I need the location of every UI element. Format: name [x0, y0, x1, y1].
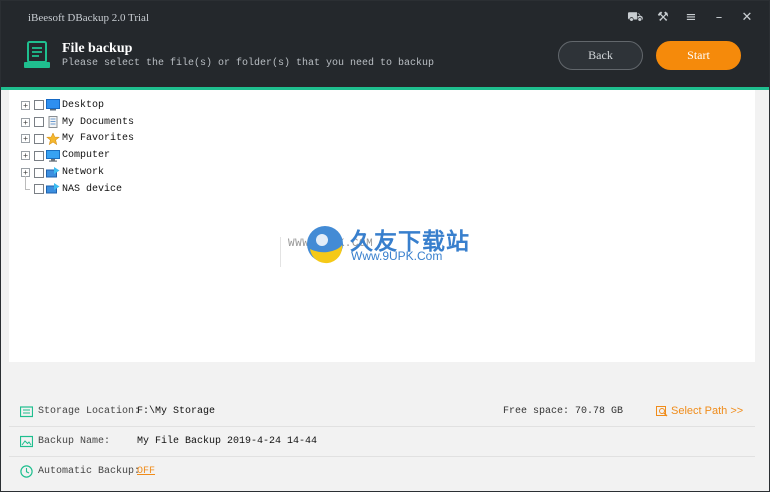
tree-item-my-favorites[interactable]: + My Favorites	[21, 131, 134, 148]
computer-icon	[46, 149, 60, 162]
file-backup-icon	[24, 41, 50, 68]
expand-icon[interactable]: +	[21, 151, 30, 161]
backup-settings: Storage Location: F:\My Storage Free spa…	[9, 362, 761, 490]
tree-checkbox[interactable]	[34, 167, 44, 178]
backup-name-value[interactable]: My File Backup 2019-4-24 14-44	[137, 436, 317, 447]
expand-icon[interactable]: +	[21, 100, 30, 110]
menu-icon[interactable]: ≡	[683, 10, 699, 26]
watermark: WWW.9UPK.COM 久友下载站 Www.9UPK.Com	[271, 215, 501, 295]
key-icon[interactable]: ⚒	[655, 10, 671, 26]
tree-item-desktop[interactable]: + Desktop	[21, 97, 134, 114]
window-controls: ⛟ ⚒ ≡ – ✕	[627, 10, 755, 26]
tree-item-label: Computer	[62, 150, 111, 162]
tree-item-network[interactable]: + Network	[21, 164, 134, 181]
star-icon	[46, 132, 60, 145]
clock-icon	[20, 464, 33, 478]
nas-icon	[46, 183, 60, 194]
tree-item-label: NAS device	[62, 183, 123, 195]
tree-item-label: My Favorites	[62, 133, 135, 145]
watermark-url: Www.9UPK.Com	[351, 249, 443, 263]
folder-icon	[20, 405, 33, 417]
watermark-logo-icon	[307, 226, 343, 264]
page-subtitle: Please select the file(s) or folder(s) t…	[62, 58, 435, 69]
app-title: iBeesoft DBackup 2.0 Trial	[28, 12, 149, 24]
storage-location-label: Storage Location:	[38, 405, 141, 417]
select-path-link[interactable]: Select Path >>	[656, 405, 743, 417]
expand-icon[interactable]: +	[21, 134, 30, 144]
app-window: iBeesoft DBackup 2.0 Trial ⛟ ⚒ ≡ – ✕ Fil…	[0, 0, 770, 492]
tree-item-label: Desktop	[62, 99, 105, 111]
tree-checkbox[interactable]	[34, 100, 44, 111]
tree-connector	[21, 175, 30, 194]
tree-item-label: Network	[62, 167, 105, 179]
automatic-backup-toggle[interactable]: OFF	[137, 466, 155, 477]
tree-item-computer[interactable]: + Computer	[21, 147, 134, 164]
backup-name-row: Backup Name: My File Backup 2019-4-24 14…	[9, 427, 755, 455]
back-button[interactable]: Back	[558, 41, 643, 70]
tree-item-nas-device[interactable]: NAS device	[21, 175, 134, 198]
storage-location-row: Storage Location: F:\My Storage Free spa…	[9, 397, 755, 425]
image-icon	[20, 435, 33, 447]
storage-location-value: F:\My Storage	[137, 405, 216, 417]
automatic-backup-row: Automatic Backup: OFF	[9, 457, 755, 485]
page-title: File backup	[62, 41, 133, 56]
file-tree: + Desktop + My Documents + My Favorites …	[21, 97, 134, 198]
automatic-backup-label: Automatic Backup:	[38, 465, 141, 477]
tree-checkbox[interactable]	[34, 184, 44, 195]
tree-item-my-documents[interactable]: + My Documents	[21, 114, 134, 131]
tree-checkbox[interactable]	[34, 133, 44, 144]
close-icon[interactable]: ✕	[739, 10, 755, 26]
free-space-text: Free space: 70.78 GB	[503, 405, 624, 417]
desktop-icon	[46, 99, 60, 111]
cart-icon[interactable]: ⛟	[627, 10, 643, 26]
network-icon	[46, 166, 60, 178]
documents-icon	[48, 116, 58, 129]
select-path-label: Select Path >>	[671, 405, 744, 417]
select-path-icon	[656, 405, 668, 416]
minimize-icon[interactable]: –	[711, 10, 727, 26]
tree-item-label: My Documents	[62, 116, 135, 128]
tree-checkbox[interactable]	[34, 117, 44, 128]
start-button[interactable]: Start	[656, 41, 741, 70]
file-tree-panel: + Desktop + My Documents + My Favorites …	[9, 90, 755, 362]
backup-name-label: Backup Name:	[38, 435, 111, 447]
header-bar: iBeesoft DBackup 2.0 Trial ⛟ ⚒ ≡ – ✕ Fil…	[1, 1, 769, 87]
expand-icon[interactable]: +	[21, 117, 30, 127]
watermark-divider	[280, 237, 281, 267]
tree-checkbox[interactable]	[34, 150, 44, 161]
